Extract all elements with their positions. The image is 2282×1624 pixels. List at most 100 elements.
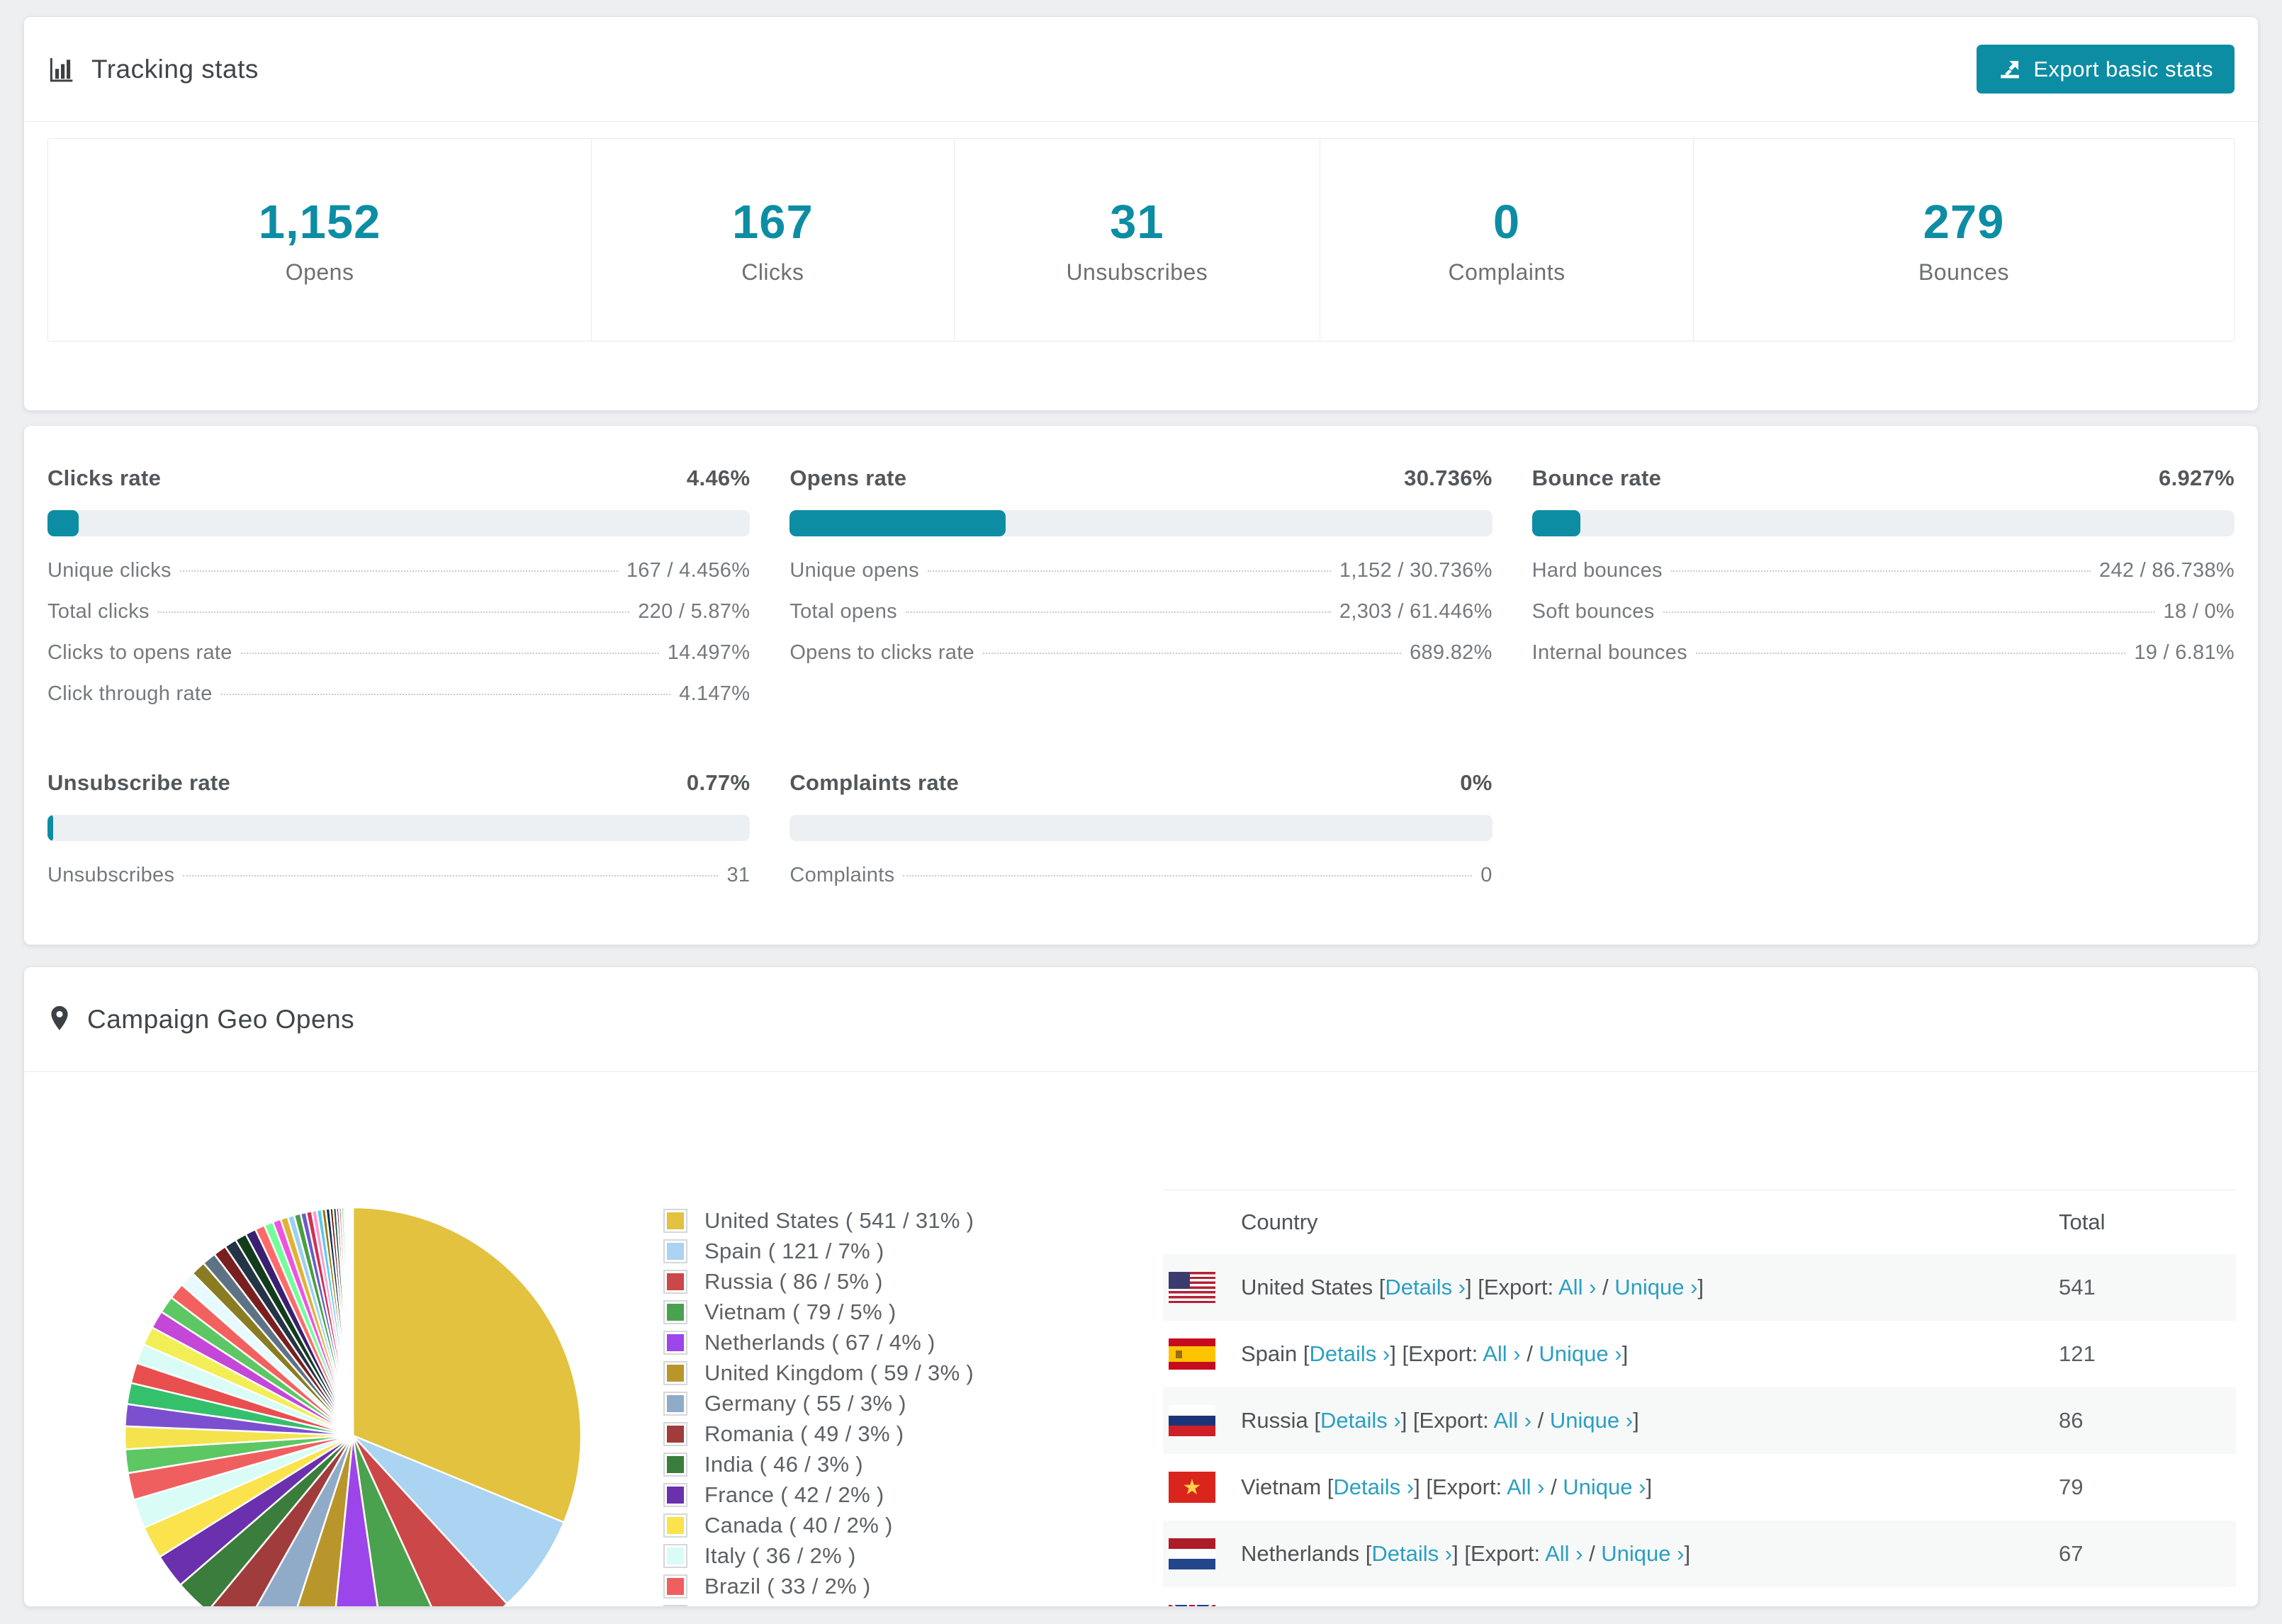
table-row-united-states: United States [Details ›] [Export: All ›… (1163, 1254, 2236, 1321)
stats-summary-box: 1,152 Opens 167 Clicks 31 Unsubscribes 0 Compla… (47, 138, 2235, 342)
legend-item-france: France ( 42 / 2% ) (663, 1479, 974, 1510)
legend-label: Italy ( 36 / 2% ) (704, 1543, 856, 1568)
legend-swatch (663, 1604, 687, 1606)
campaign-geo-opens-card: Campaign Geo Opens United States ( 541 /… (23, 966, 2259, 1607)
rate-row-value: 0 (1480, 864, 1493, 886)
export-unique-link[interactable]: Unique › (1563, 1474, 1646, 1499)
stat-label: Unsubscribes (1066, 259, 1208, 285)
export-unique-link[interactable]: Unique › (1550, 1408, 1633, 1433)
country-cell: Vietnam [Details ›] [Export: All › / Uni… (1241, 1474, 1653, 1499)
legend-label: Spain ( 121 / 7% ) (704, 1238, 884, 1263)
rate-panel-value: 0% (1460, 770, 1493, 795)
rate-progress-fill (1531, 510, 1581, 536)
pie-legend: United States ( 541 / 31% ) Spain ( 121 /… (663, 1205, 974, 1606)
stat-tile-bounces: 279 Bounces (1694, 139, 2234, 341)
rate-panel-head: Opens rate 30.736% (789, 466, 1492, 491)
rate-panel-title: Clicks rate (47, 466, 162, 490)
stat-label: Complaints (1448, 259, 1566, 285)
rate-panel-rows: Complaints 0 (789, 864, 1492, 905)
legend-label: United Kingdom ( 59 / 3% ) (704, 1360, 974, 1385)
rate-row: Total clicks 220 / 5.87% (47, 600, 750, 641)
legend-item-russia: Russia ( 86 / 5% ) (663, 1266, 974, 1297)
rate-row-label: Clicks to opens rate (47, 641, 232, 664)
rate-panel-value: 0.77% (686, 770, 751, 795)
table-row-united-kingdom: United Kingdom [Details ›] [Export: All … (1163, 1587, 2236, 1606)
legend-label: Brazil ( 33 / 2% ) (704, 1573, 871, 1598)
rate-row: Soft bounces 18 / 0% (1532, 600, 2235, 641)
details-link[interactable]: Details › (1310, 1341, 1390, 1366)
rate-row-value: 689.82% (1410, 641, 1493, 664)
rate-row-value: 220 / 5.87% (638, 600, 751, 623)
legend-label: Russia ( 86 / 5% ) (704, 1268, 883, 1294)
details-link[interactable]: Details › (1385, 1275, 1466, 1299)
details-link[interactable]: Details › (1333, 1474, 1414, 1499)
stat-label: Clicks (741, 259, 804, 285)
legend-item-south-africa: South Africa ( 29 / 2% ) (663, 1601, 974, 1606)
export-all-link[interactable]: All › (1558, 1275, 1596, 1299)
rate-progress-bar (1531, 510, 2235, 536)
export-basic-stats-button[interactable]: Export basic stats (1977, 45, 2235, 94)
legend-label: India ( 46 / 3% ) (704, 1451, 863, 1477)
table-row-netherlands: Netherlands [Details ›] [Export: All › /… (1163, 1521, 2236, 1587)
legend-item-vietnam: Vietnam ( 79 / 5% ) (663, 1297, 974, 1327)
geo-card-body: United States ( 541 / 31% ) Spain ( 121 /… (24, 1072, 2258, 1606)
dotted-leader (903, 875, 1473, 876)
dotted-leader (1695, 653, 2126, 654)
dotted-leader (1670, 570, 2091, 572)
rate-row: Click through rate 4.147% (47, 682, 750, 723)
stat-label: Bounces (1918, 259, 2009, 285)
legend-item-italy: Italy ( 36 / 2% ) (663, 1540, 974, 1571)
rates-card: Clicks rate 4.46% Unique clicks 167 / 4.456… (23, 425, 2259, 945)
column-header-country: Country (1241, 1209, 1318, 1234)
rate-row-value: 242 / 86.738% (2099, 559, 2235, 582)
rate-row: Clicks to opens rate 14.497% (47, 641, 750, 682)
rate-row-label: Opens to clicks rate (789, 641, 974, 664)
rate-row: Unsubscribes 31 (47, 864, 750, 905)
rate-row: Complaints 0 (789, 864, 1492, 905)
legend-item-spain: Spain ( 121 / 7% ) (663, 1236, 974, 1266)
country-name: Netherlands (1241, 1541, 1366, 1566)
export-unique-link[interactable]: Unique › (1614, 1275, 1697, 1299)
export-all-link[interactable]: All › (1507, 1474, 1544, 1499)
legend-item-romania: Romania ( 49 / 3% ) (663, 1419, 974, 1449)
export-all-link[interactable]: All › (1545, 1541, 1583, 1566)
stat-value: 1,152 (258, 195, 381, 249)
export-all-link[interactable]: All › (1483, 1341, 1520, 1366)
details-link[interactable]: Details › (1371, 1541, 1452, 1566)
geo-opens-table: Country Total United States [Details ›] … (1163, 1190, 2236, 1606)
rate-progress-bar (789, 815, 1493, 841)
stat-tile-opens: 1,152 Opens (48, 139, 592, 341)
legend-label: Canada ( 40 / 2% ) (704, 1512, 893, 1538)
export-unique-link[interactable]: Unique › (1601, 1541, 1684, 1566)
export-all-link[interactable]: All › (1494, 1408, 1531, 1433)
legend-label: Germany ( 55 / 3% ) (704, 1390, 906, 1416)
rate-panel-clicks-rate: Clicks rate 4.46% Unique clicks 167 / 4.456… (47, 466, 751, 723)
bar-chart-icon (47, 55, 76, 84)
country-name: United States (1241, 1275, 1379, 1299)
geo-opens-pie-chart[interactable] (116, 1198, 590, 1607)
page-title: Tracking stats (91, 54, 259, 84)
column-header-total: Total (2059, 1209, 2106, 1234)
stat-tile-complaints: 0 Complaints (1320, 139, 1694, 341)
dotted-leader (240, 653, 659, 654)
rate-row-label: Hard bounces (1531, 559, 1663, 582)
dotted-leader (157, 611, 630, 613)
export-unique-link[interactable]: Unique › (1539, 1341, 1621, 1366)
flag-nl-icon (1169, 1538, 1215, 1569)
rate-panel-title: Complaints rate (789, 770, 960, 795)
rate-row: Unique clicks 167 / 4.456% (47, 559, 750, 600)
rate-progress-bar (47, 815, 751, 841)
pie-slice-other-53[interactable] (351, 1206, 354, 1436)
rate-row-value: 14.497% (667, 641, 751, 664)
details-link[interactable]: Details › (1320, 1408, 1401, 1433)
rate-panel-value: 6.927% (2159, 466, 2235, 490)
rates-grid: Clicks rate 4.46% Unique clicks 167 / 4.456… (24, 426, 2258, 905)
dotted-leader (1663, 611, 2155, 613)
stat-value: 31 (1110, 195, 1164, 249)
legend-swatch (663, 1421, 687, 1446)
stat-tile-unsubscribes: 31 Unsubscribes (955, 139, 1321, 341)
rate-panel-title: Opens rate (789, 466, 907, 490)
rate-panel-rows: Unsubscribes 31 (47, 864, 750, 905)
rate-row-label: Complaints (789, 864, 895, 886)
dotted-leader (927, 570, 1331, 572)
